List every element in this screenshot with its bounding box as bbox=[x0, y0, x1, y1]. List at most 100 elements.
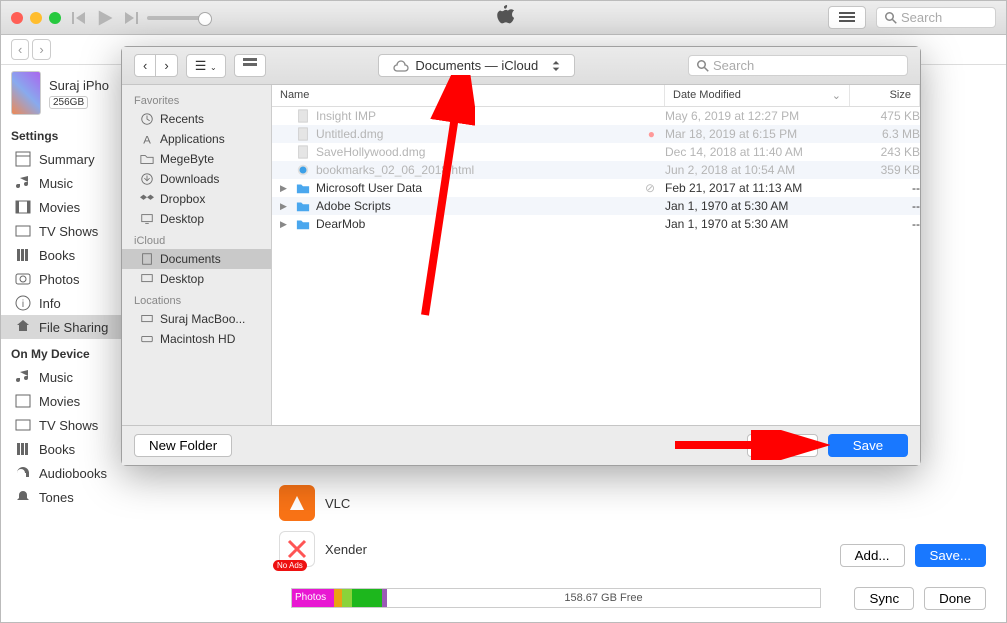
file-size: -- bbox=[850, 199, 920, 213]
app-row-xender[interactable]: No Ads Xender bbox=[279, 531, 367, 567]
device-icon bbox=[11, 71, 41, 115]
fav-desktop[interactable]: Desktop bbox=[122, 209, 271, 229]
svg-text:A: A bbox=[143, 134, 151, 146]
save-dots-button[interactable]: Save... bbox=[915, 544, 987, 567]
volume-slider[interactable] bbox=[147, 16, 207, 20]
location-label: Documents — iCloud bbox=[415, 58, 538, 73]
file-row[interactable]: SaveHollywood.dmg Dec 14, 2018 at 11:40 A… bbox=[272, 143, 920, 161]
app-row-vlc[interactable]: ▲ VLC bbox=[279, 485, 367, 521]
nav-buttons: ‹ › bbox=[134, 54, 178, 77]
search-icon bbox=[885, 12, 897, 24]
forward-button[interactable]: › bbox=[32, 39, 50, 60]
file-date: Jan 1, 1970 at 5:30 AM bbox=[665, 199, 850, 213]
device-capacity: 256GB bbox=[49, 96, 88, 109]
locations-header: Locations bbox=[122, 289, 271, 309]
chevron-updown-icon bbox=[552, 61, 560, 71]
file-size: 6.3 MB bbox=[850, 127, 920, 141]
fav-megebyte[interactable]: MegeByte bbox=[122, 149, 271, 169]
file-date: Feb 21, 2017 at 11:13 AM bbox=[665, 181, 850, 195]
file-size: 475 KB bbox=[850, 109, 920, 123]
device-name: Suraj iPho bbox=[49, 78, 109, 93]
file-name: Microsoft User Data bbox=[316, 181, 422, 195]
next-track-icon[interactable] bbox=[123, 10, 139, 26]
file-date: Jan 1, 1970 at 5:30 AM bbox=[665, 217, 850, 231]
list-view-button[interactable] bbox=[828, 6, 866, 29]
column-headers: Name Date Modified ⌄ Size bbox=[272, 85, 920, 107]
zoom-button[interactable] bbox=[49, 12, 61, 24]
titlebar-search[interactable]: Search bbox=[876, 7, 996, 28]
done-button[interactable]: Done bbox=[924, 587, 986, 610]
file-name: Untitled.dmg bbox=[316, 127, 383, 141]
fav-downloads[interactable]: Downloads bbox=[122, 169, 271, 189]
favorites-header: Favorites bbox=[122, 89, 271, 109]
file-name: Insight IMP bbox=[316, 109, 376, 123]
fav-applications[interactable]: AApplications bbox=[122, 129, 271, 149]
save-dialog: ‹ › ☰ ⌄ Documents — iCloud Search Favori… bbox=[121, 46, 921, 466]
file-row[interactable]: ▶DearMobJan 1, 1970 at 5:30 AM-- bbox=[272, 215, 920, 233]
icloud-header: iCloud bbox=[122, 229, 271, 249]
view-buttons: ☰ ⌄ bbox=[186, 54, 226, 78]
file-row[interactable]: Insight IMP May 6, 2019 at 12:27 PM475 KB bbox=[272, 107, 920, 125]
file-date: Jun 2, 2018 at 10:54 AM bbox=[665, 163, 850, 177]
cloud-icon bbox=[393, 60, 409, 72]
file-size: -- bbox=[850, 181, 920, 195]
file-size: 243 KB bbox=[850, 145, 920, 159]
previous-track-icon[interactable] bbox=[71, 10, 87, 26]
sync-button[interactable]: Sync bbox=[854, 587, 914, 610]
icloud-documents[interactable]: Documents bbox=[122, 249, 271, 269]
storage-photos: Photos bbox=[292, 589, 334, 607]
group-button[interactable] bbox=[234, 54, 266, 77]
col-name[interactable]: Name bbox=[272, 85, 665, 106]
apple-logo-icon bbox=[494, 5, 514, 30]
app-name: Xender bbox=[325, 542, 367, 557]
cancel-button[interactable]: Cancel bbox=[747, 434, 819, 457]
file-name: SaveHollywood.dmg bbox=[316, 145, 425, 159]
device-tones[interactable]: Tones bbox=[1, 485, 216, 509]
file-size: -- bbox=[850, 217, 920, 231]
col-date[interactable]: Date Modified ⌄ bbox=[665, 85, 850, 106]
file-date: May 6, 2019 at 12:27 PM bbox=[665, 109, 850, 123]
file-row[interactable]: ▶Adobe ScriptsJan 1, 1970 at 5:30 AM-- bbox=[272, 197, 920, 215]
search-placeholder: Search bbox=[901, 10, 942, 25]
search-icon bbox=[697, 60, 709, 72]
svg-text:i: i bbox=[22, 299, 24, 310]
file-list: Name Date Modified ⌄ Size Insight IMP May… bbox=[272, 85, 920, 425]
forward-button[interactable]: › bbox=[156, 55, 176, 76]
storage-bar: Photos 158.67 GB Free bbox=[291, 588, 821, 608]
storage-free: 158.67 GB Free bbox=[564, 592, 642, 604]
file-date: Mar 18, 2019 at 6:15 PM bbox=[665, 127, 850, 141]
file-row[interactable]: bookmarks_02_06_2018.html Jun 2, 2018 at … bbox=[272, 161, 920, 179]
back-button[interactable]: ‹ bbox=[135, 55, 156, 76]
dialog-bottom: New Folder Cancel Save bbox=[122, 425, 920, 465]
file-name: Adobe Scripts bbox=[316, 199, 391, 213]
minimize-button[interactable] bbox=[30, 12, 42, 24]
fav-recents[interactable]: Recents bbox=[122, 109, 271, 129]
fav-dropbox[interactable]: Dropbox bbox=[122, 189, 271, 209]
back-button[interactable]: ‹ bbox=[11, 39, 29, 60]
loc-macintoshhd[interactable]: Macintosh HD bbox=[122, 329, 271, 349]
play-icon[interactable] bbox=[95, 8, 115, 28]
col-size[interactable]: Size bbox=[850, 85, 920, 106]
app-name: VLC bbox=[325, 496, 350, 511]
dialog-sidebar: Favorites Recents AApplications MegeByte… bbox=[122, 85, 272, 425]
window-controls bbox=[11, 12, 61, 24]
loc-macbook[interactable]: Suraj MacBoo... bbox=[122, 309, 271, 329]
file-row[interactable]: Untitled.dmg●Mar 18, 2019 at 6:15 PM6.3 … bbox=[272, 125, 920, 143]
app-list: ▲ VLC No Ads Xender bbox=[279, 485, 367, 577]
no-ads-badge: No Ads bbox=[273, 560, 307, 571]
location-dropdown[interactable]: Documents — iCloud bbox=[378, 54, 575, 77]
view-list-icon[interactable]: ☰ ⌄ bbox=[187, 55, 225, 77]
dialog-toolbar: ‹ › ☰ ⌄ Documents — iCloud Search bbox=[122, 47, 920, 85]
file-name: bookmarks_02_06_2018.html bbox=[316, 163, 474, 177]
dialog-search[interactable]: Search bbox=[688, 55, 908, 76]
icloud-desktop[interactable]: Desktop bbox=[122, 269, 271, 289]
file-date: Dec 14, 2018 at 11:40 AM bbox=[665, 145, 850, 159]
media-controls bbox=[71, 8, 207, 28]
vlc-icon: ▲ bbox=[279, 485, 315, 521]
save-button[interactable]: Save bbox=[828, 434, 908, 457]
file-row[interactable]: ▶Microsoft User Data⊘Feb 21, 2017 at 11:… bbox=[272, 179, 920, 197]
titlebar: Search bbox=[1, 1, 1006, 35]
close-button[interactable] bbox=[11, 12, 23, 24]
new-folder-button[interactable]: New Folder bbox=[134, 434, 232, 457]
add-button[interactable]: Add... bbox=[840, 544, 905, 567]
